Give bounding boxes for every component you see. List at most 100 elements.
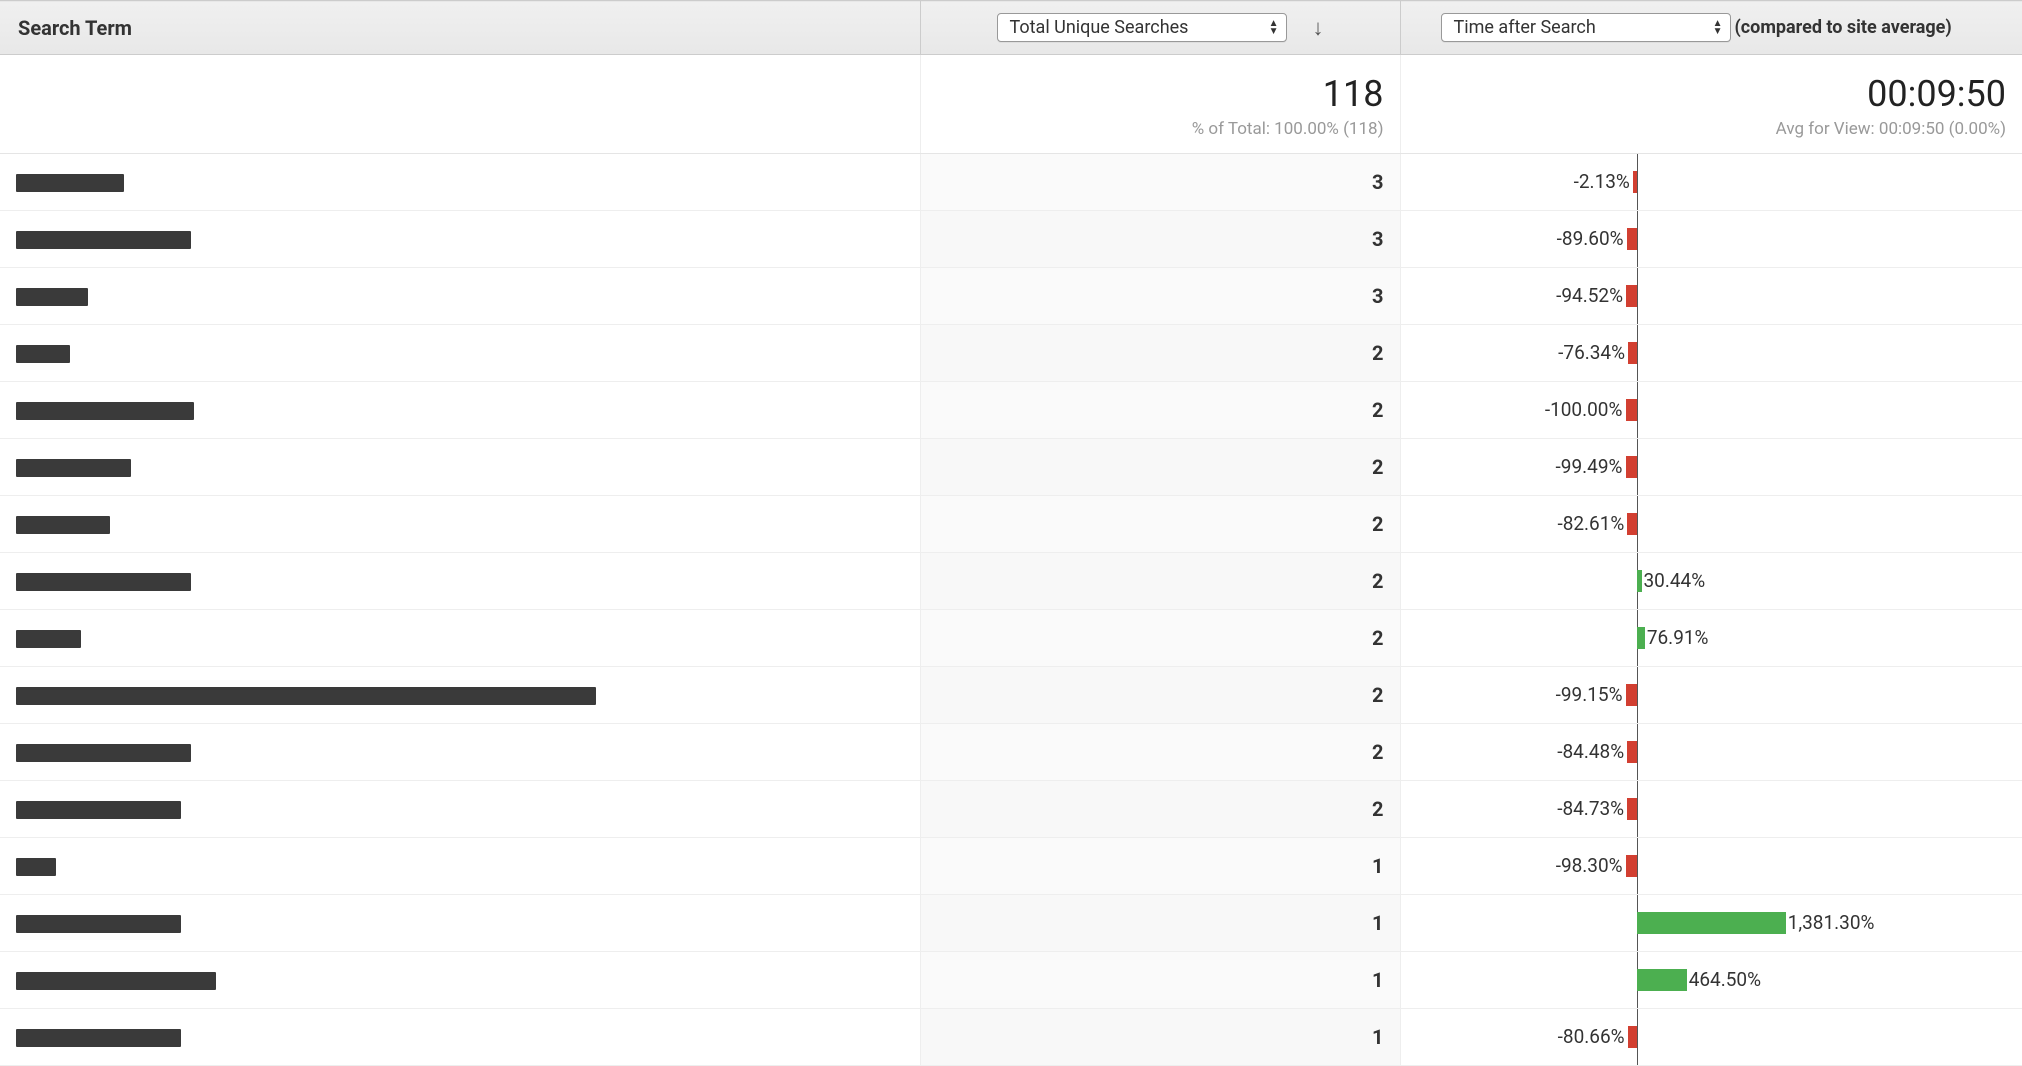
positive-bar [1637,969,1687,991]
search-term-link[interactable] [16,858,56,876]
table-row: 2 30.44% [0,553,2022,610]
unique-searches-value: 3 [920,268,1400,325]
bar-value-label: 30.44% [1644,569,1706,592]
negative-bar [1627,228,1637,250]
bar-value-label: -99.49% [1556,455,1623,478]
comparison-bar: -82.61% [1401,496,2022,552]
comparison-bar: 464.50% [1401,952,2022,1008]
unique-searches-value: 2 [920,439,1400,496]
comparison-bar: -94.52% [1401,268,2022,324]
unique-searches-value: 2 [920,325,1400,382]
bar-value-label: -84.48% [1557,740,1624,763]
table-row: 2 -99.15% [0,667,2022,724]
search-term-link[interactable] [16,744,191,762]
axis-line [1637,382,1638,438]
axis-line [1637,1009,1638,1065]
comparison-bar: -84.73% [1401,781,2022,837]
table-row: 276.91% [0,610,2022,667]
search-term-link[interactable] [16,972,216,990]
total-unique-searches-subtext: % of Total: 100.00% (118) [937,119,1384,139]
search-term-link[interactable] [16,402,194,420]
comparison-bar: -89.60% [1401,211,2022,267]
sort-descending-icon[interactable]: ↓ [1313,15,1324,41]
search-term-link[interactable] [16,687,596,705]
select-arrows-icon: ▲▼ [1713,20,1722,36]
metric1-select-label: Total Unique Searches [1010,17,1189,38]
negative-bar [1626,399,1637,421]
table-header-row: Search Term Total Unique Searches ▲▼ ↓ T… [0,1,2022,55]
search-term-link[interactable] [16,459,131,477]
unique-searches-value: 2 [920,781,1400,838]
unique-searches-value: 1 [920,1009,1400,1066]
search-term-link[interactable] [16,801,181,819]
compared-to-average-label: (compared to site average) [1735,17,1952,38]
search-term-link[interactable] [16,174,124,192]
comparison-bar: -99.49% [1401,439,2022,495]
axis-line [1637,325,1638,381]
search-term-link[interactable] [16,1029,181,1047]
negative-bar [1627,513,1636,535]
negative-bar [1627,798,1636,820]
unique-searches-value: 3 [920,154,1400,211]
search-term-link[interactable] [16,915,181,933]
comparison-bar: -80.66% [1401,1009,2022,1065]
table-row: 1 464.50% [0,952,2022,1009]
unique-searches-value: 2 [920,724,1400,781]
bar-value-label: -82.61% [1557,512,1624,535]
negative-bar [1628,342,1637,364]
summary-row: 118 % of Total: 100.00% (118) 00:09:50 A… [0,55,2022,154]
comparison-bar: -98.30% [1401,838,2022,894]
table-row: 2 -84.73% [0,781,2022,838]
unique-searches-value: 1 [920,838,1400,895]
axis-line [1637,439,1638,495]
table-row: 2 -76.34% [0,325,2022,382]
unique-searches-value: 2 [920,382,1400,439]
total-unique-searches-value: 118 [937,73,1384,115]
column-header-search-term[interactable]: Search Term [10,16,132,40]
unique-searches-value: 3 [920,211,1400,268]
unique-searches-value: 2 [920,667,1400,724]
comparison-bar: -84.48% [1401,724,2022,780]
search-term-link[interactable] [16,630,81,648]
search-term-link[interactable] [16,345,70,363]
axis-line [1637,781,1638,837]
comparison-bar: 76.91% [1401,610,2022,666]
search-term-link[interactable] [16,516,110,534]
select-arrows-icon: ▲▼ [1269,20,1278,36]
search-term-link[interactable] [16,288,88,306]
axis-line [1637,268,1638,324]
table-row: 2 -100.00% [0,382,2022,439]
comparison-bar: -76.34% [1401,325,2022,381]
metric2-select-label: Time after Search [1454,17,1596,38]
search-term-link[interactable] [16,231,191,249]
negative-bar [1626,855,1637,877]
negative-bar [1627,741,1636,763]
bar-value-label: 1,381.30% [1788,911,1875,934]
comparison-bar: -100.00% [1401,382,2022,438]
negative-bar [1633,171,1637,193]
axis-line [1637,211,1638,267]
bar-value-label: -84.73% [1557,797,1624,820]
unique-searches-value: 2 [920,553,1400,610]
unique-searches-value: 1 [920,895,1400,952]
table-row: 2-82.61% [0,496,2022,553]
bar-value-label: 464.50% [1689,968,1761,991]
search-term-link[interactable] [16,573,191,591]
bar-value-label: -2.13% [1574,170,1630,193]
bar-value-label: -76.34% [1558,341,1625,364]
table-row: 3 -89.60% [0,211,2022,268]
time-after-search-subtext: Avg for View: 00:09:50 (0.00%) [1417,119,2007,139]
bar-value-label: -94.52% [1556,284,1623,307]
metric2-select[interactable]: Time after Search ▲▼ [1441,13,1731,42]
table-row: 3 -2.13% [0,154,2022,211]
bar-value-label: -98.30% [1556,854,1623,877]
table-row: 3 -94.52% [0,268,2022,325]
bar-value-label: -89.60% [1557,227,1624,250]
table-row: 2 -84.48% [0,724,2022,781]
axis-line [1637,154,1638,210]
metric1-select[interactable]: Total Unique Searches ▲▼ [997,13,1287,42]
bar-value-label: -99.15% [1556,683,1623,706]
bar-value-label: -100.00% [1545,398,1623,421]
negative-bar [1626,285,1637,307]
unique-searches-value: 1 [920,952,1400,1009]
